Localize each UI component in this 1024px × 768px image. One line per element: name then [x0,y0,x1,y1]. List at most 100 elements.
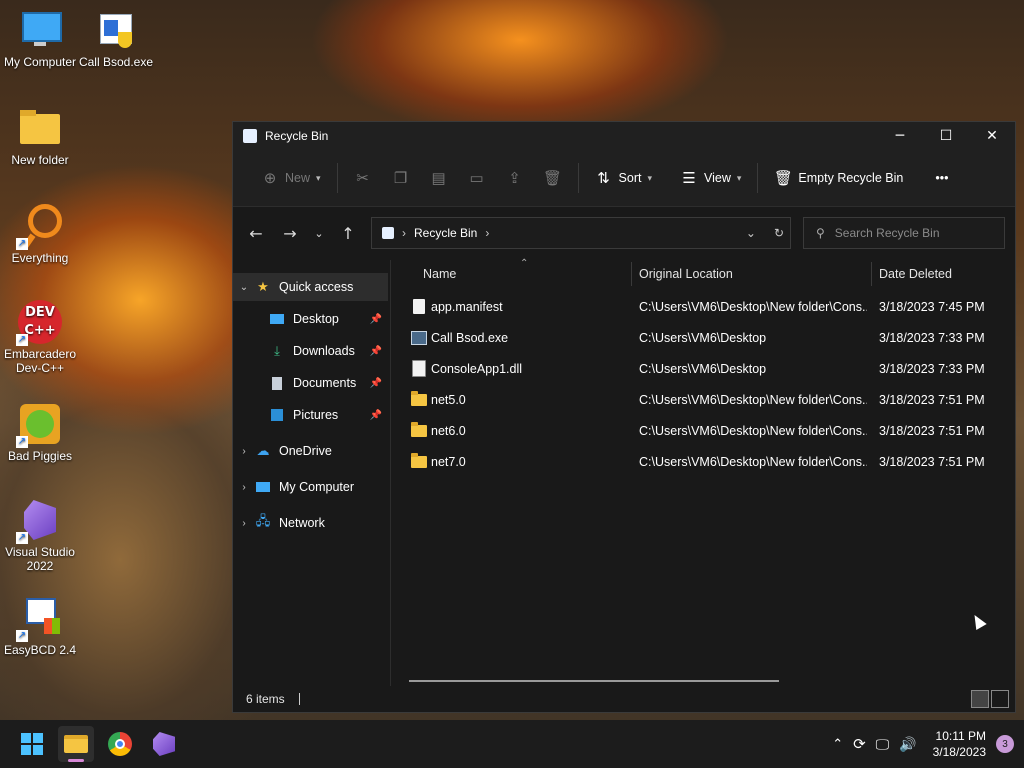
taskbar-chrome[interactable] [102,726,138,762]
share-button[interactable]: ⇪ [496,162,534,194]
desktop-icon-new-folder[interactable]: New folder [0,106,80,167]
empty-recycle-bin-button[interactable]: 🗑 Empty Recycle Bin [764,162,913,194]
column-divider[interactable] [871,262,872,286]
volume-icon[interactable]: 🔊 [899,736,916,753]
file-row[interactable]: net6.0 C:\Users\VM6\Desktop\New folder\C… [391,415,1015,446]
chrome-icon [108,732,132,756]
nav-onedrive[interactable]: › ☁ OneDrive [233,437,388,465]
more-options-button[interactable]: ••• [925,162,958,194]
file-name: ConsoleApp1.dll [431,361,523,376]
file-row[interactable]: net5.0 C:\Users\VM6\Desktop\New folder\C… [391,384,1015,415]
taskbar-visual-studio[interactable] [146,726,182,762]
title-bar[interactable]: Recycle Bin ─ ☐ ✕ [233,122,1015,150]
rename-button[interactable]: ▭ [458,162,496,194]
nav-desktop[interactable]: Desktop 📌 [233,305,388,333]
address-bar[interactable]: › Recycle Bin › ⌄ ↻ [371,217,791,249]
notification-badge[interactable]: 3 [996,735,1014,753]
taskbar-file-explorer[interactable] [58,726,94,762]
scissors-icon: ✂ [356,170,369,187]
exe-icon [411,330,427,346]
desktop-icon-label: New folder [11,153,69,167]
copy-button[interactable]: ❐ [382,162,420,194]
address-history-dropdown-icon[interactable]: ⌄ [746,226,756,240]
chevron-right-icon[interactable]: › [233,446,255,457]
chevron-down-icon: ⌄ [314,226,324,240]
column-header-location[interactable]: Original Location [639,267,733,281]
exe-shield-icon [94,8,138,52]
desktop-icon-my-computer[interactable]: My Computer [0,8,80,69]
view-button[interactable]: ☰ View ▾ [670,162,751,194]
maximize-button[interactable]: ☐ [923,122,969,150]
desktop-icon-easybcd[interactable]: ↗ EasyBCD 2.4 [0,596,80,657]
desktop-icon-everything[interactable]: ↗ Everything [0,204,80,265]
show-hidden-icons-chevron-icon[interactable]: ⌃ [832,736,843,752]
large-icons-view-button[interactable] [991,690,1009,708]
sync-icon[interactable]: ⟳ [853,735,866,753]
windows-logo-icon [21,733,43,755]
magnifier-icon: ↗ [16,204,62,250]
toolbar-separator [336,163,338,193]
trash-icon: 🗑 [773,170,793,187]
start-button[interactable] [14,726,50,762]
forward-button[interactable]: → [273,216,307,250]
file-row[interactable]: app.manifest C:\Users\VM6\Desktop\New fo… [391,291,1015,322]
folder-icon [411,390,427,408]
nav-downloads[interactable]: ⤓ Downloads 📌 [233,337,388,365]
details-view-button[interactable] [971,690,989,708]
chevron-right-icon[interactable]: › [233,482,255,493]
new-button[interactable]: ⊕ New ▾ [251,162,331,194]
documents-icon [269,375,285,391]
desktop-icon-visual-studio[interactable]: ↗ Visual Studio 2022 [0,498,80,573]
sort-button[interactable]: ⇅ Sort ▾ [585,162,662,194]
cut-button[interactable]: ✂ [344,162,382,194]
pin-icon[interactable]: 📌 [370,410,382,421]
network-monitor-icon[interactable]: 🖵 [876,736,890,753]
bad-piggies-icon: ↗ [16,402,62,448]
clock[interactable]: 10:11 PM 3/18/2023 [933,728,986,760]
nav-label: Downloads [293,344,355,358]
file-row[interactable]: Call Bsod.exe C:\Users\VM6\Desktop 3/18/… [391,322,1015,353]
column-divider[interactable] [631,262,632,286]
column-header-name[interactable]: Name [423,267,456,281]
nav-label: Documents [293,376,357,390]
horizontal-scrollbar[interactable] [409,680,779,682]
address-row: ← → ⌄ ↑ › Recycle Bin › ⌄ ↻ ⚲ Search Rec… [233,207,1015,259]
pin-icon[interactable]: 📌 [370,378,382,389]
pin-icon[interactable]: 📌 [370,346,382,357]
chevron-right-icon[interactable]: › [233,518,255,529]
file-date: 3/18/2023 7:51 PM [879,392,985,407]
up-button[interactable]: ↑ [331,216,365,250]
new-label: New [285,171,311,185]
cloud-icon: ☁ [256,443,270,458]
nav-network[interactable]: › 🖧 Network [233,509,388,537]
nav-quick-access[interactable]: ⌄ ★ Quick access [233,273,388,301]
file-row[interactable]: net7.0 C:\Users\VM6\Desktop\New folder\C… [391,446,1015,477]
desktop-icon-devcpp[interactable]: DEV C++ ↗ Embarcadero Dev-C++ [0,300,80,375]
back-button[interactable]: ← [239,216,273,250]
nav-my-computer[interactable]: › My Computer [233,473,388,501]
nav-documents[interactable]: Documents 📌 [233,369,388,397]
chevron-down-icon[interactable]: ⌄ [233,282,255,293]
column-header-date[interactable]: Date Deleted [879,267,952,281]
minimize-button[interactable]: ─ [877,122,923,150]
arrow-right-icon: → [283,223,297,243]
pin-icon[interactable]: 📌 [370,314,382,325]
visual-studio-icon [153,732,175,756]
breadcrumb-recycle-bin[interactable]: Recycle Bin [414,226,477,240]
shortcut-arrow-icon: ↗ [16,238,28,250]
refresh-icon[interactable]: ↻ [774,226,784,240]
desktop-icon-call-bsod[interactable]: Call Bsod.exe [76,8,156,69]
file-row[interactable]: ConsoleApp1.dll C:\Users\VM6\Desktop 3/1… [391,353,1015,384]
file-name: net6.0 [431,423,466,438]
recent-locations-button[interactable]: ⌄ [307,216,331,250]
close-button[interactable]: ✕ [969,122,1015,150]
file-location: C:\Users\VM6\Desktop\New folder\Cons... [639,423,867,438]
file-name: Call Bsod.exe [431,330,509,345]
nav-pictures[interactable]: Pictures 📌 [233,401,388,429]
chevron-right-icon[interactable]: › [485,226,489,240]
delete-button[interactable]: 🗑 [534,162,572,194]
paste-button[interactable]: ▤ [420,162,458,194]
file-icon [411,299,427,315]
desktop-icon-bad-piggies[interactable]: ↗ Bad Piggies [0,402,80,463]
search-box[interactable]: ⚲ Search Recycle Bin [803,217,1005,249]
